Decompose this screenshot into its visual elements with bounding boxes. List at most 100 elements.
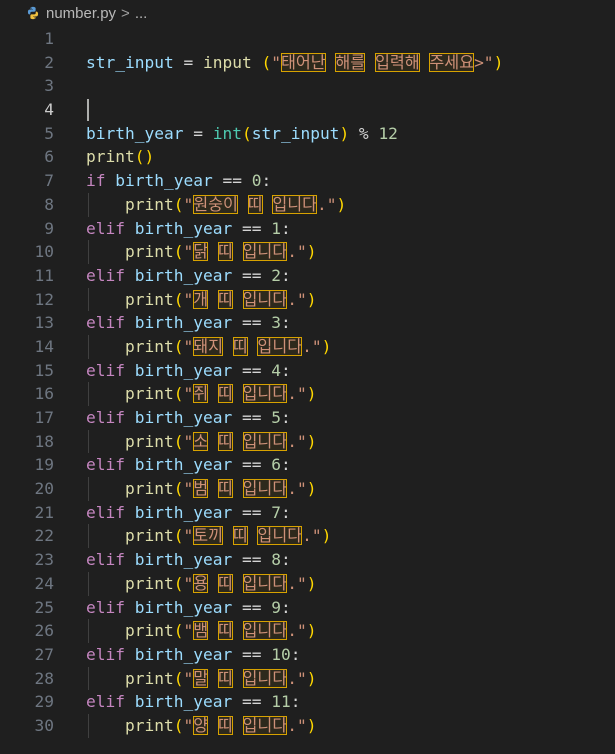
number-literal: 4 bbox=[271, 360, 281, 380]
line-number: 20 bbox=[34, 479, 55, 499]
code-line[interactable]: 15 elif birth_year == 4: bbox=[0, 359, 615, 383]
code-line[interactable]: 25 elif birth_year == 9: bbox=[0, 596, 615, 620]
animal-name: 돼지 bbox=[193, 336, 224, 356]
code-line[interactable]: 13 elif birth_year == 3: bbox=[0, 311, 615, 335]
string-literal: " bbox=[183, 336, 194, 356]
string-literal: ." bbox=[287, 431, 307, 451]
code-line[interactable]: 28 print("말 띠 입니다.") bbox=[0, 666, 615, 691]
code-line[interactable]: 16 print("쥐 띠 입니다.") bbox=[0, 382, 615, 406]
code-line[interactable]: 6 print() bbox=[0, 145, 615, 169]
string-literal: ." bbox=[287, 668, 307, 688]
code-line[interactable]: 7 if birth_year == 0: bbox=[0, 169, 615, 193]
string-literal: " bbox=[183, 526, 194, 546]
animal-name: 토끼 bbox=[193, 526, 224, 546]
code-text: print("양 띠 입니다.") bbox=[86, 714, 316, 738]
animal-name: 양 bbox=[193, 715, 209, 735]
code-line[interactable]: 29 elif birth_year == 11: bbox=[0, 690, 615, 714]
code-line[interactable]: 27 elif birth_year == 10: bbox=[0, 643, 615, 667]
code-text: print("범 띠 입니다.") bbox=[86, 477, 316, 501]
line-number: 10 bbox=[34, 242, 55, 262]
paren: ( bbox=[173, 526, 184, 546]
string-literal: " bbox=[183, 479, 194, 499]
code-line[interactable]: 22 print("토끼 띠 입니다.") bbox=[0, 524, 615, 549]
keyword: elif bbox=[86, 692, 125, 712]
string-literal-word: 입니다 bbox=[242, 715, 288, 735]
paren: ) bbox=[339, 123, 350, 143]
operator: == bbox=[241, 408, 262, 427]
code-line[interactable]: 20 print("범 띠 입니다.") bbox=[0, 477, 615, 501]
code-line[interactable]: 23 elif birth_year == 8: bbox=[0, 548, 615, 572]
function-name: print bbox=[124, 526, 174, 546]
code-text: print() bbox=[86, 145, 154, 169]
string-literal-word: 입력해 bbox=[374, 52, 420, 72]
line-number: 22 bbox=[34, 526, 55, 546]
code-line[interactable]: 2 str_input = input ("태어난 해를 입력해 주세요>") bbox=[0, 51, 615, 75]
operator: == bbox=[241, 360, 262, 380]
code-line[interactable]: 8 print("원숭이 띠 입니다.") bbox=[0, 192, 615, 217]
string-literal: " bbox=[183, 573, 194, 593]
code-text: print("토끼 띠 입니다.") bbox=[86, 524, 331, 548]
code-line[interactable]: 24 print("용 띠 입니다.") bbox=[0, 571, 615, 596]
code-line[interactable]: 4 bbox=[0, 98, 615, 122]
code-line[interactable]: 9 elif birth_year == 1: bbox=[0, 217, 615, 241]
code-line[interactable]: 21 elif birth_year == 7: bbox=[0, 501, 615, 525]
string-literal-word: 입니다 bbox=[242, 479, 288, 499]
code-line[interactable]: 30 print("양 띠 입니다.") bbox=[0, 713, 615, 738]
code-line[interactable]: 18 print("소 띠 입니다.") bbox=[0, 429, 615, 454]
paren: ( bbox=[173, 242, 184, 262]
code-text: print("말 띠 입니다.") bbox=[86, 667, 316, 691]
colon: : bbox=[280, 313, 291, 333]
string-literal-word: 입니다 bbox=[242, 431, 288, 451]
paren: ( bbox=[173, 573, 184, 593]
colon: : bbox=[280, 455, 291, 475]
keyword: elif bbox=[86, 408, 125, 427]
number-literal: 1 bbox=[271, 218, 281, 238]
code-line[interactable]: 17 elif birth_year == 5: bbox=[0, 406, 615, 430]
string-literal-word: 입니다 bbox=[257, 336, 303, 356]
code-line[interactable]: 11 elif birth_year == 2: bbox=[0, 264, 615, 288]
string-literal: " bbox=[183, 194, 194, 214]
operator: == bbox=[241, 265, 262, 285]
line-number: 14 bbox=[34, 336, 55, 356]
code-line[interactable]: 3 bbox=[0, 74, 615, 98]
keyword: elif bbox=[86, 644, 125, 664]
colon: : bbox=[280, 218, 291, 238]
string-literal-word: 띠 bbox=[217, 715, 233, 735]
function-name: print bbox=[124, 289, 174, 309]
code-line[interactable]: 1 bbox=[0, 27, 615, 51]
line-number: 21 bbox=[34, 502, 55, 522]
number-literal: 12 bbox=[378, 123, 398, 143]
function-name: print bbox=[124, 336, 174, 356]
code-line[interactable]: 10 print("닭 띠 입니다.") bbox=[0, 240, 615, 264]
function-name: int bbox=[212, 123, 242, 143]
code-line[interactable]: 5 birth_year = int(str_input) % 12 bbox=[0, 122, 615, 146]
variable-name: birth_year bbox=[134, 218, 233, 238]
breadcrumb-ellipsis[interactable]: ... bbox=[135, 5, 148, 22]
code-line[interactable]: 19 elif birth_year == 6: bbox=[0, 453, 615, 477]
text-cursor bbox=[87, 99, 89, 122]
variable-name: birth_year bbox=[86, 123, 184, 143]
animal-name: 뱀 bbox=[193, 621, 209, 641]
breadcrumb-filename[interactable]: number.py bbox=[46, 5, 116, 22]
code-editor[interactable]: 1 2 str_input = input ("태어난 해를 입력해 주세요>") 3… bbox=[0, 27, 615, 738]
string-literal: ." bbox=[302, 336, 322, 356]
code-line[interactable]: 26 print("뱀 띠 입니다.") bbox=[0, 619, 615, 643]
code-line[interactable]: 12 print("개 띠 입니다.") bbox=[0, 287, 615, 312]
code-line[interactable]: 14 print("돼지 띠 입니다.") bbox=[0, 334, 615, 359]
colon: : bbox=[290, 692, 301, 712]
